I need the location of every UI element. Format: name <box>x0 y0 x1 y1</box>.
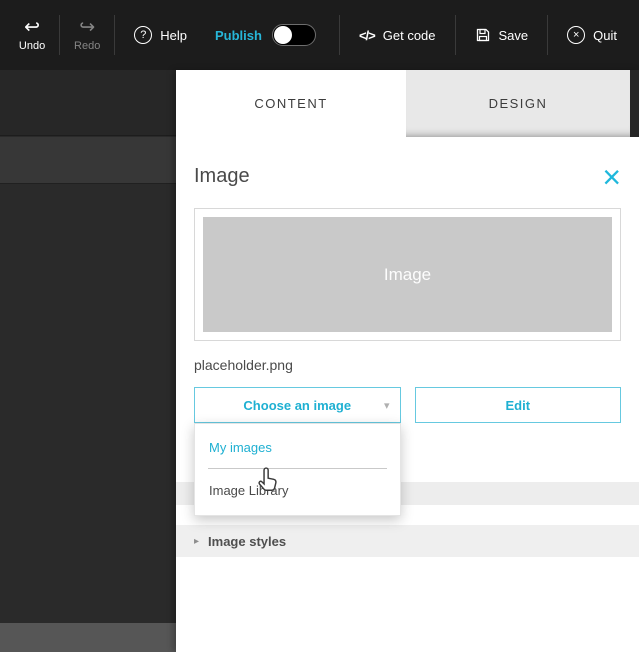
tab-design[interactable]: DESIGN <box>406 70 630 137</box>
publish-toggle[interactable] <box>272 24 316 46</box>
get-code-label: Get code <box>383 28 436 43</box>
panel-title-row: Image × <box>176 137 639 188</box>
quit-label: Quit <box>593 28 617 43</box>
panel-body: Image × Image placeholder.png Choose an … <box>176 137 639 557</box>
choose-image-label: Choose an image <box>243 398 351 413</box>
panel-tabs: CONTENT DESIGN <box>176 70 639 137</box>
help-icon: ? <box>134 26 152 44</box>
quit-icon: × <box>567 26 585 44</box>
choose-image-button[interactable]: Choose an image ▾ <box>194 387 401 423</box>
save-label: Save <box>499 28 529 43</box>
close-icon[interactable]: × <box>602 167 621 187</box>
dropdown-item-my-images[interactable]: My images <box>195 424 400 468</box>
editor-canvas[interactable] <box>0 70 176 652</box>
publish-control: Publish <box>199 24 332 46</box>
chevron-down-icon: ▾ <box>384 399 390 412</box>
top-toolbar: ↩ Undo ↪ Redo ? Help Publish </> Get cod… <box>0 0 639 70</box>
toggle-knob <box>274 26 292 44</box>
redo-icon: ↪ <box>79 18 95 37</box>
publish-label: Publish <box>215 28 262 43</box>
choose-image-dropdown: My images Image Library <box>194 423 401 516</box>
edit-image-label: Edit <box>505 398 530 413</box>
image-actions-row: Choose an image ▾ Edit My images Image L… <box>194 387 621 423</box>
edit-image-button[interactable]: Edit <box>415 387 622 423</box>
undo-button[interactable]: ↩ Undo <box>12 18 52 52</box>
canvas-band-row <box>0 137 176 184</box>
tab-content[interactable]: CONTENT <box>176 70 406 137</box>
code-icon: </> <box>359 28 375 43</box>
chevron-right-icon: ▸ <box>194 536 199 547</box>
quit-button[interactable]: × Quit <box>555 26 629 44</box>
dropdown-item-image-library[interactable]: Image Library <box>195 469 400 515</box>
tab-design-label: DESIGN <box>489 96 548 111</box>
image-styles-label: Image styles <box>208 534 286 549</box>
help-label: Help <box>160 28 187 43</box>
save-icon <box>475 27 491 43</box>
toolbar-divider <box>59 15 60 55</box>
image-placeholder[interactable]: Image <box>203 217 612 332</box>
redo-button[interactable]: ↪ Redo <box>67 18 107 52</box>
settings-panel: CONTENT DESIGN Image × Image placeholder… <box>176 70 639 652</box>
canvas-band-bottom <box>0 623 176 652</box>
image-preview-frame: Image <box>194 208 621 341</box>
tabs-dark-edge <box>630 70 639 137</box>
toolbar-divider <box>547 15 548 55</box>
toolbar-divider <box>114 15 115 55</box>
redo-label: Redo <box>74 40 100 52</box>
image-styles-section[interactable]: ▸ Image styles <box>176 525 639 557</box>
help-button[interactable]: ? Help <box>122 26 199 44</box>
canvas-band-top <box>0 70 176 136</box>
toolbar-divider <box>339 15 340 55</box>
undo-icon: ↩ <box>24 18 40 37</box>
toolbar-divider <box>455 15 456 55</box>
undo-label: Undo <box>19 40 45 52</box>
image-placeholder-label: Image <box>384 265 431 285</box>
save-button[interactable]: Save <box>463 27 541 43</box>
tab-content-label: CONTENT <box>254 96 327 111</box>
filename-label: placeholder.png <box>194 357 621 373</box>
page-title: Image <box>194 165 250 188</box>
get-code-button[interactable]: </> Get code <box>347 28 448 43</box>
